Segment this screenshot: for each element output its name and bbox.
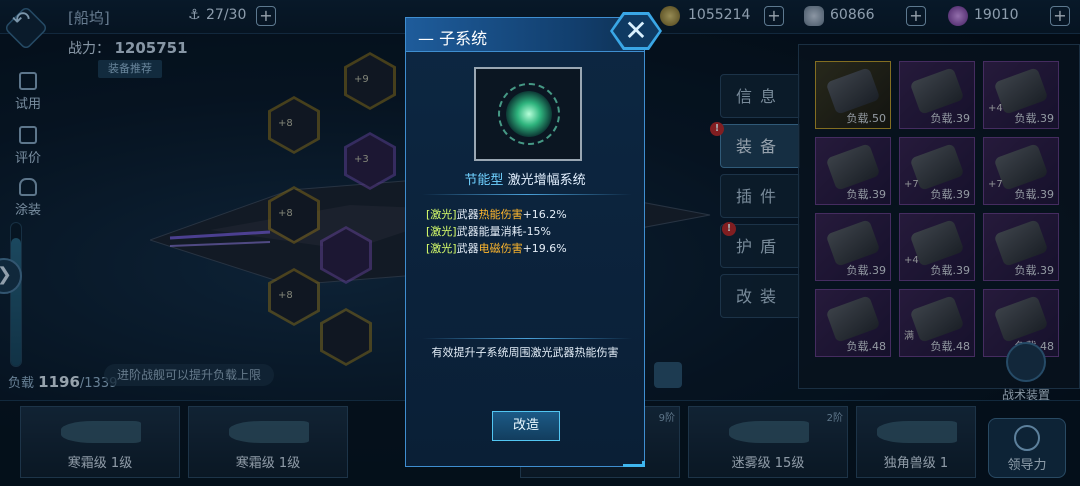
laser-core-icon [506,91,552,137]
modify-button[interactable]: 改造 [492,411,560,441]
attribute-row: [激光]武器电磁伤害+19.6% [426,242,567,255]
corner-decoration [623,461,645,467]
dialog-header: — 子系统 [406,18,644,52]
divider [422,194,632,195]
item-title: 激光增幅系统 [507,173,586,188]
item-description: 有效提升子系统周围激光武器热能伤害 [431,346,619,359]
divider [422,338,632,339]
item-name: 节能型 激光增幅系统 [406,169,644,188]
attribute-row: [激光]武器能量消耗-15% [426,225,552,238]
item-type: 节能型 [464,173,504,188]
subsystem-dialog: — 子系统 ✕ 节能型 激光增幅系统 [激光]武器热能伤害+16.2% [激光]… [405,12,662,467]
attribute-list: [激光]武器热能伤害+16.2% [激光]武器能量消耗-15% [激光]武器电磁… [426,206,567,257]
attribute-row: [激光]武器热能伤害+16.2% [426,208,567,221]
dialog-title: — 子系统 [418,29,488,48]
item-image [474,67,582,161]
